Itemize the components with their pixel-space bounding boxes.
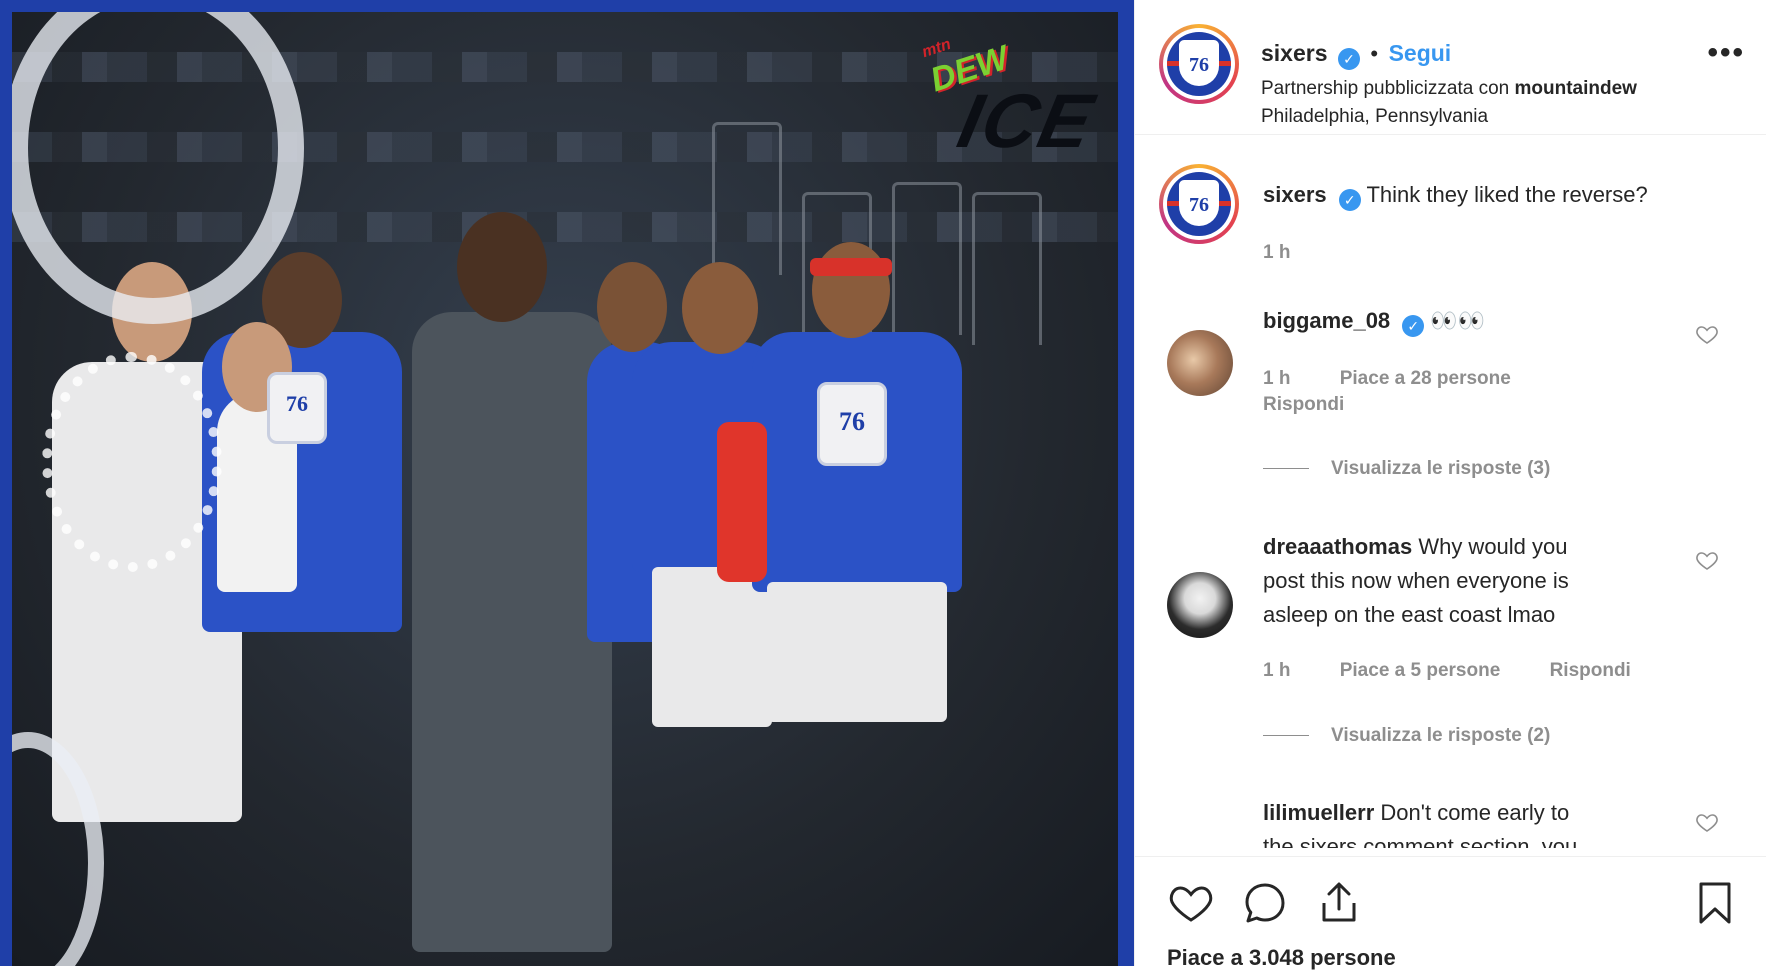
reply-button[interactable]: Rispondi bbox=[1550, 660, 1631, 681]
comment-text-line: Don't come early to bbox=[1380, 800, 1570, 825]
verified-badge-icon: ✓ bbox=[1402, 315, 1425, 337]
comment-text-line: the sixers comment section, you bbox=[1263, 834, 1578, 848]
player-shorts bbox=[767, 582, 947, 722]
commenter-avatar[interactable] bbox=[1167, 572, 1233, 638]
comment-time[interactable]: 1 h bbox=[1263, 660, 1290, 681]
verified-badge-icon: ✓ bbox=[1337, 48, 1360, 70]
like-comment-heart-icon[interactable] bbox=[1695, 548, 1719, 572]
caption-username[interactable]: sixers bbox=[1263, 182, 1327, 207]
heart-icon[interactable] bbox=[1167, 879, 1215, 927]
player-head bbox=[812, 242, 890, 338]
post-username[interactable]: sixers bbox=[1261, 40, 1328, 66]
commenter-avatar[interactable] bbox=[1167, 330, 1233, 396]
player-head bbox=[682, 262, 758, 354]
separator-dot: • bbox=[1370, 41, 1379, 66]
post-header: 76 sixers ✓ • Segui Partnership pubblici… bbox=[1135, 0, 1766, 135]
comment-item: biggame_08 ✓ 👀👀 1 h Piace a 28 persone R… bbox=[1157, 298, 1747, 448]
comment-text-line: post this now when everyone is bbox=[1263, 568, 1569, 593]
decorative-swirl bbox=[12, 12, 304, 324]
comment-username[interactable]: dreaaathomas bbox=[1263, 534, 1412, 559]
player-grey-hoodie bbox=[412, 312, 612, 952]
like-comment-heart-icon[interactable] bbox=[1695, 322, 1719, 346]
caption-time[interactable]: 1 h bbox=[1263, 242, 1290, 264]
post-caption: 76 sixers ✓ Think they liked the reverse… bbox=[1157, 160, 1747, 270]
follow-button[interactable]: Segui bbox=[1389, 40, 1452, 66]
location-link[interactable]: Philadelphia, Pennsylvania bbox=[1261, 106, 1488, 128]
comment-time[interactable]: 1 h bbox=[1263, 368, 1290, 389]
comment-likes[interactable]: Piace a 5 persone bbox=[1340, 660, 1501, 681]
arena-seat bbox=[712, 122, 782, 275]
partnership-label: Partnership pubblicizzata con bbox=[1261, 78, 1510, 99]
bookmark-icon[interactable] bbox=[1691, 879, 1739, 927]
red-headband bbox=[810, 258, 892, 276]
more-options-icon[interactable]: ••• bbox=[1707, 38, 1745, 68]
like-comment-heart-icon[interactable] bbox=[1695, 810, 1719, 834]
likes-count[interactable]: Piace a 3.048 persone bbox=[1167, 945, 1396, 971]
player-head bbox=[457, 212, 547, 322]
comment-likes[interactable]: Piace a 28 persone bbox=[1340, 368, 1511, 389]
arena-seat bbox=[892, 182, 962, 335]
comment-username[interactable]: lilimuellerr bbox=[1263, 800, 1374, 825]
view-replies-line bbox=[1263, 735, 1309, 737]
partner-link[interactable]: mountaindew bbox=[1514, 78, 1636, 99]
partnership-line: Partnership pubblicizzata con mountainde… bbox=[1261, 78, 1637, 100]
action-bar: Piace a 3.048 persone bbox=[1135, 856, 1766, 970]
comment-text-line: Why would you bbox=[1418, 534, 1568, 559]
player-head bbox=[597, 262, 667, 352]
profile-avatar[interactable]: 76 bbox=[1159, 24, 1239, 104]
sixers-logo-shirt: 76 bbox=[817, 382, 887, 466]
bench-photo-scene: 76 76 mtn DEW ICE bbox=[12, 12, 1118, 966]
caption-text: Think they liked the reverse? bbox=[1366, 182, 1648, 207]
comment-text: 👀👀 bbox=[1430, 308, 1486, 333]
view-replies-button[interactable]: Visualizza le risposte (3) bbox=[1263, 458, 1550, 480]
comment-text-line: asleep on the east coast lmao bbox=[1263, 602, 1556, 627]
arena-seat bbox=[972, 192, 1042, 345]
comment-item: lilimuellerr Don't come early to the six… bbox=[1157, 796, 1747, 848]
decorative-pattern bbox=[42, 352, 222, 572]
comment-username[interactable]: biggame_08 bbox=[1263, 308, 1390, 333]
caption-avatar[interactable]: 76 bbox=[1159, 164, 1239, 244]
comment-item: dreaaathomas Why would you post this now… bbox=[1157, 530, 1747, 700]
logo-ice-text: ICE bbox=[950, 79, 1102, 164]
comment-icon[interactable] bbox=[1241, 879, 1289, 927]
player-shorts bbox=[652, 567, 772, 727]
post-sidebar: 76 sixers ✓ • Segui Partnership pubblici… bbox=[1134, 0, 1766, 970]
mountain-dew-ice-logo: mtn DEW ICE bbox=[920, 36, 1102, 170]
red-arm-sleeve bbox=[717, 422, 767, 582]
view-replies-line bbox=[1263, 468, 1309, 470]
reply-button[interactable]: Rispondi bbox=[1263, 394, 1344, 415]
share-icon[interactable] bbox=[1315, 879, 1363, 927]
post-photo[interactable]: 76 76 mtn DEW ICE bbox=[0, 0, 1134, 966]
sixers-logo-shirt: 76 bbox=[267, 372, 327, 444]
view-replies-button[interactable]: Visualizza le risposte (2) bbox=[1263, 725, 1550, 747]
verified-badge-icon: ✓ bbox=[1338, 189, 1361, 211]
